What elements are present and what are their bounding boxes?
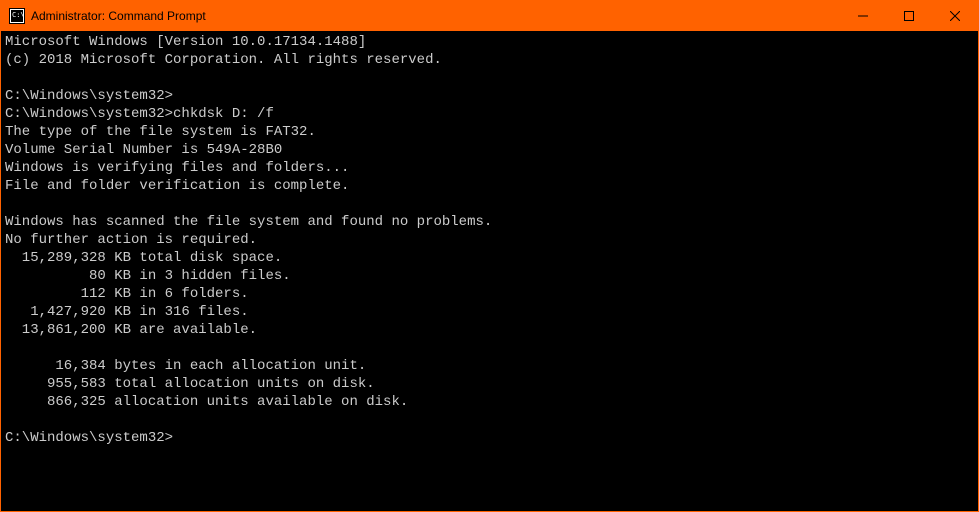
terminal-line [5, 195, 974, 213]
terminal-line [5, 339, 974, 357]
terminal-line: C:\Windows\system32> [5, 87, 974, 105]
cmd-icon: C:\ [9, 8, 25, 24]
terminal-line: File and folder verification is complete… [5, 177, 974, 195]
terminal-line: 955,583 total allocation units on disk. [5, 375, 974, 393]
window-title: Administrator: Command Prompt [31, 9, 840, 23]
terminal-line: C:\Windows\system32> [5, 429, 974, 447]
terminal-line: Microsoft Windows [Version 10.0.17134.14… [5, 33, 974, 51]
close-button[interactable] [932, 1, 978, 31]
terminal-line [5, 411, 974, 429]
terminal-line: The type of the file system is FAT32. [5, 123, 974, 141]
terminal-line: (c) 2018 Microsoft Corporation. All righ… [5, 51, 974, 69]
terminal-line: Windows is verifying files and folders..… [5, 159, 974, 177]
minimize-button[interactable] [840, 1, 886, 31]
titlebar[interactable]: C:\ Administrator: Command Prompt [1, 1, 978, 31]
terminal-line: 15,289,328 KB total disk space. [5, 249, 974, 267]
terminal-output[interactable]: Microsoft Windows [Version 10.0.17134.14… [1, 31, 978, 511]
terminal-line: C:\Windows\system32>chkdsk D: /f [5, 105, 974, 123]
terminal-line: 13,861,200 KB are available. [5, 321, 974, 339]
terminal-line: 80 KB in 3 hidden files. [5, 267, 974, 285]
terminal-line: Windows has scanned the file system and … [5, 213, 974, 231]
svg-text:C:\: C:\ [12, 11, 25, 19]
terminal-line: 1,427,920 KB in 316 files. [5, 303, 974, 321]
maximize-button[interactable] [886, 1, 932, 31]
window-controls [840, 1, 978, 31]
terminal-line: 112 KB in 6 folders. [5, 285, 974, 303]
terminal-line: No further action is required. [5, 231, 974, 249]
terminal-line: 866,325 allocation units available on di… [5, 393, 974, 411]
terminal-line [5, 69, 974, 87]
terminal-line: Volume Serial Number is 549A-28B0 [5, 141, 974, 159]
terminal-line: 16,384 bytes in each allocation unit. [5, 357, 974, 375]
